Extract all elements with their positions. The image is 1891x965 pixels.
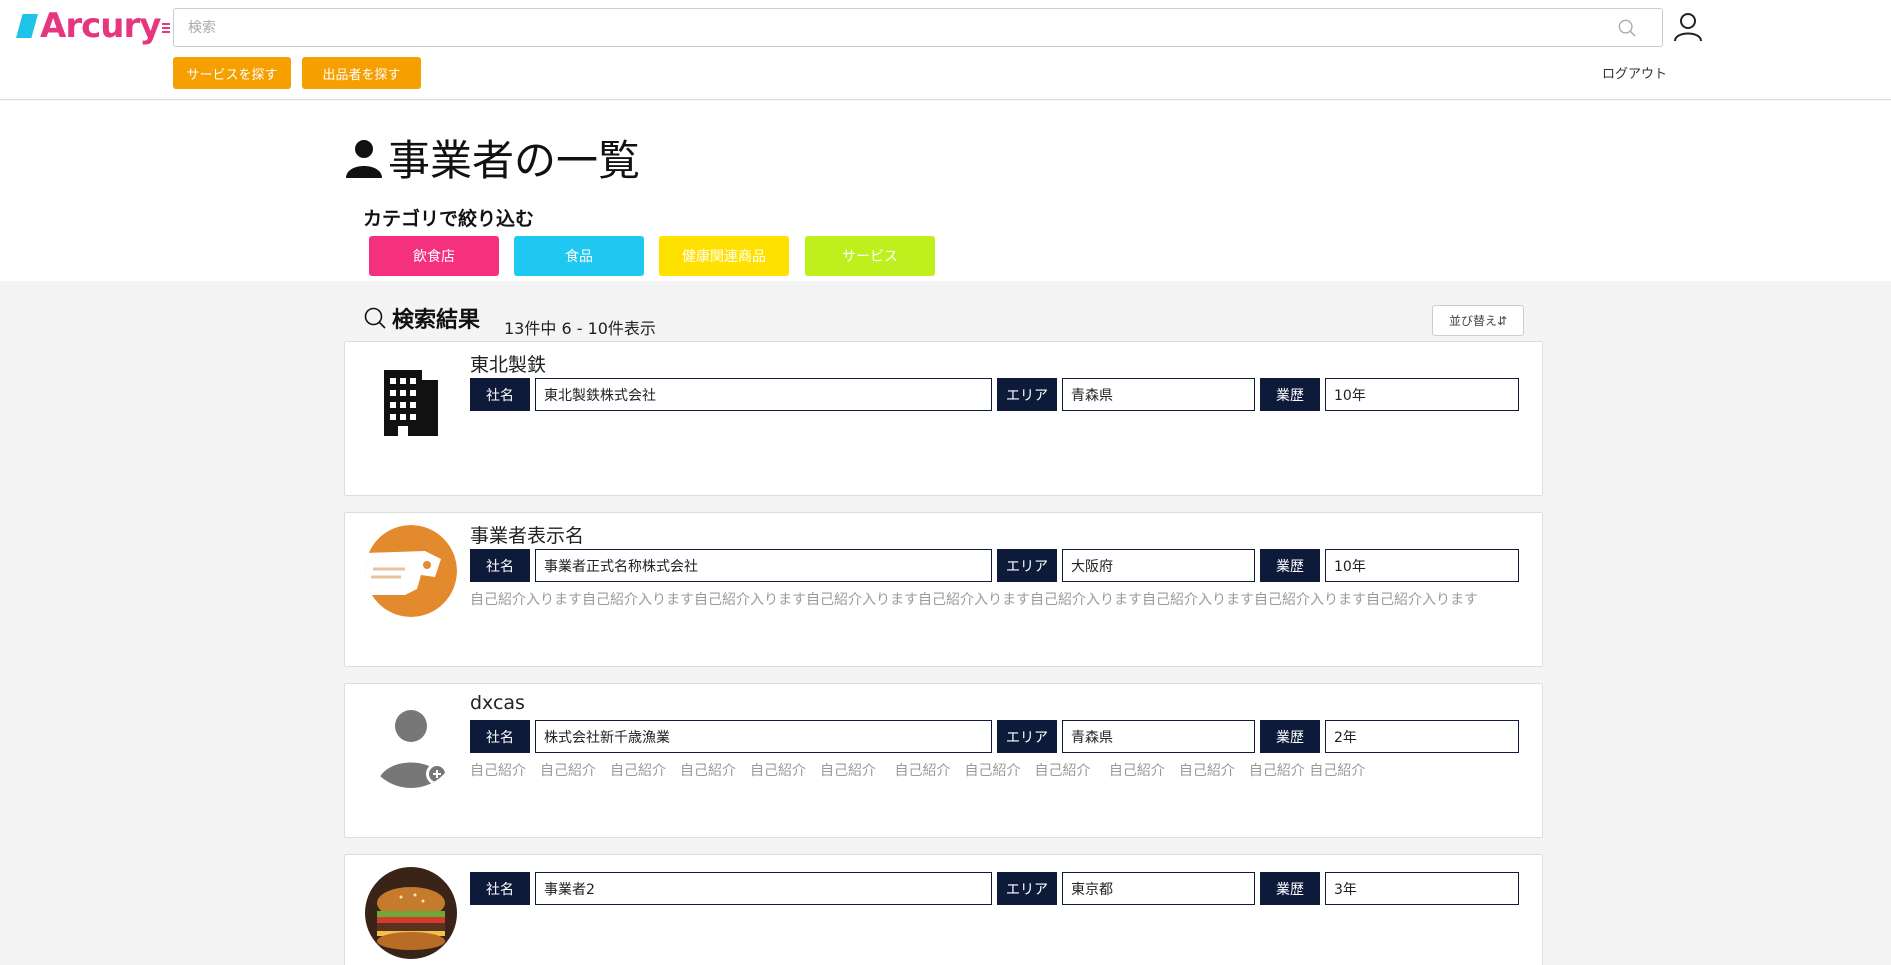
area-label: エリア [997,549,1057,582]
search-bar [173,8,1663,47]
user-account-icon[interactable] [1673,12,1703,42]
search-icon [364,307,386,329]
business-intro: 自己紹介 自己紹介 自己紹介 自己紹介 自己紹介 自己紹介 自己紹介 自己紹介 … [470,763,1366,779]
company-label: 社名 [470,549,530,582]
business-card[interactable]: 事業者表示名 社名 事業者正式名称株式会社 エリア 大阪府 業歴 10年 自己紹… [344,512,1543,667]
find-services-button[interactable]: サービスを探す [173,57,291,89]
category-filter-label: カテゴリで絞り込む [363,208,535,230]
business-card[interactable]: 東北製鉄 社名 東北製鉄株式会社 エリア 青森県 業歴 10年 [344,341,1543,496]
search-input[interactable] [174,9,1662,46]
area-label: エリア [997,720,1057,753]
business-card[interactable]: dxcas 社名 株式会社新千歳漁業 エリア 青森県 業歴 2年 自己紹介 自己… [344,683,1543,838]
business-name[interactable]: 事業者表示名 [470,521,584,548]
years-value: 10年 [1325,549,1519,582]
category-restaurant[interactable]: 飲食店 [369,236,499,276]
business-intro: 自己紹介入ります自己紹介入ります自己紹介入ります自己紹介入ります自己紹介入ります… [470,592,1478,608]
area-value: 大阪府 [1062,549,1255,582]
results-count: 13件中 6 - 10件表示 [504,319,656,338]
logo[interactable]: Arcury [16,6,171,46]
site-header: Arcury サービスを探す 出品者を探す ログアウト [0,0,1891,100]
category-service[interactable]: サービス [805,236,935,276]
years-value: 10年 [1325,378,1519,411]
logo-mark [16,14,38,38]
company-value: 東北製鉄株式会社 [535,378,992,411]
burger-photo-avatar [365,867,457,959]
area-label: エリア [997,872,1057,905]
building-icon [365,354,457,446]
years-label: 業歴 [1260,378,1320,411]
logo-dots [162,23,171,33]
business-info-row: 社名 東北製鉄株式会社 エリア 青森県 業歴 10年 [470,378,1519,411]
title-section: 事業者の一覧 カテゴリで絞り込む 飲食店 食品 健康関連商品 サービス [0,101,1891,281]
logo-text: Arcury [40,6,161,46]
area-value: 青森県 [1062,720,1255,753]
category-food[interactable]: 食品 [514,236,644,276]
years-label: 業歴 [1260,720,1320,753]
company-label: 社名 [470,872,530,905]
page-title-text: 事業者の一覧 [388,136,641,185]
business-card[interactable]: 社名 事業者2 エリア 東京都 業歴 3年 [344,854,1543,965]
company-value: 事業者2 [535,872,992,905]
business-name[interactable]: dxcas [470,692,525,714]
category-health-products[interactable]: 健康関連商品 [659,236,789,276]
area-value: 青森県 [1062,378,1255,411]
company-value: 株式会社新千歳漁業 [535,720,992,753]
area-label: エリア [997,378,1057,411]
find-sellers-button[interactable]: 出品者を探す [302,57,421,89]
business-info-row: 社名 事業者2 エリア 東京都 業歴 3年 [470,872,1519,905]
sort-button[interactable]: 並び替え⇵ [1432,305,1524,336]
business-info-row: 社名 事業者正式名称株式会社 エリア 大阪府 業歴 10年 [470,549,1519,582]
orange-logo-avatar [365,525,457,617]
business-name[interactable]: 東北製鉄 [470,350,546,377]
company-label: 社名 [470,720,530,753]
years-label: 業歴 [1260,872,1320,905]
results-heading: 検索結果 [364,302,480,334]
page-title: 事業者の一覧 [346,127,640,188]
results-title: 検索結果 [392,308,481,333]
years-label: 業歴 [1260,549,1320,582]
company-value: 事業者正式名称株式会社 [535,549,992,582]
search-icon[interactable] [1618,19,1636,37]
years-value: 2年 [1325,720,1519,753]
logout-link[interactable]: ログアウト [1602,63,1667,82]
person-icon [346,139,382,178]
default-user-icon [365,696,457,788]
area-value: 東京都 [1062,872,1255,905]
business-info-row: 社名 株式会社新千歳漁業 エリア 青森県 業歴 2年 [470,720,1519,753]
years-value: 3年 [1325,872,1519,905]
company-label: 社名 [470,378,530,411]
